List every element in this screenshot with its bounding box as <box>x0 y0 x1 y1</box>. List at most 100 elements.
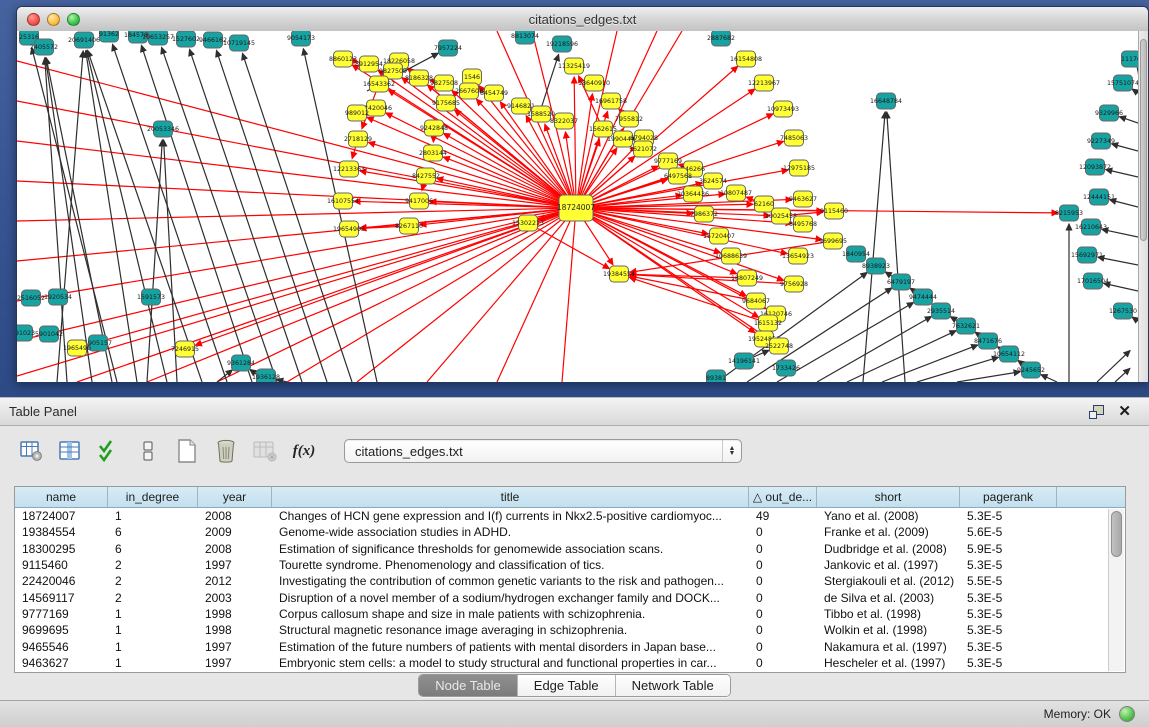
table-cell[interactable]: 9777169 <box>15 607 108 621</box>
table-cell[interactable]: Estimation of the future numbers of pati… <box>272 640 749 654</box>
table-row[interactable]: 1830029562008Estimation of significance … <box>15 541 1125 557</box>
tab-edge-table[interactable]: Edge Table <box>518 675 616 696</box>
column-header-in_degree[interactable]: in_degree <box>108 487 198 507</box>
table-cell[interactable]: 2008 <box>198 542 272 556</box>
table-cell[interactable]: Estimation of significance thresholds fo… <box>272 542 749 556</box>
table-cell[interactable]: 1 <box>108 656 198 670</box>
table-cell[interactable]: 14569117 <box>15 591 108 605</box>
table-cell[interactable]: Nakamura et al. (1997) <box>817 640 960 654</box>
network-canvas[interactable]: 2531624055722069140691362184578110653257… <box>17 31 1138 382</box>
tab-network-table[interactable]: Network Table <box>616 675 730 696</box>
table-cell[interactable]: 1 <box>108 607 198 621</box>
table-cell[interactable]: Franke et al. (2009) <box>817 525 960 539</box>
table-row[interactable]: 969969511998Structural magnetic resonanc… <box>15 622 1125 638</box>
table-cell[interactable]: 0 <box>749 640 817 654</box>
new-document-icon[interactable] <box>174 438 200 464</box>
table-cell[interactable]: 18300295 <box>15 542 108 556</box>
table-row[interactable]: 977716911998Corpus callosum shape and si… <box>15 606 1125 622</box>
table-cell[interactable]: Structural magnetic resonance image aver… <box>272 623 749 637</box>
memory-ok-icon[interactable] <box>1119 706 1135 722</box>
table-cell[interactable]: 2009 <box>198 525 272 539</box>
table-cell[interactable]: Disruption of a novel member of a sodium… <box>272 591 749 605</box>
table-cell[interactable]: Hescheler et al. (1997) <box>817 656 960 670</box>
column-header-out_de[interactable]: △ out_de... <box>749 487 817 507</box>
table-cell[interactable]: Stergiakouli et al. (2012) <box>817 574 960 588</box>
table-cell[interactable]: 5.5E-5 <box>960 574 1057 588</box>
table-selector-combobox[interactable]: citations_edges.txt ▲▼ <box>344 439 742 463</box>
table-cell[interactable]: 18724007 <box>15 509 108 523</box>
table-cell[interactable]: 0 <box>749 607 817 621</box>
table-row[interactable]: 1456911722003Disruption of a novel membe… <box>15 589 1125 605</box>
table-cell[interactable]: 9699695 <box>15 623 108 637</box>
show-columns-icon[interactable] <box>57 438 83 464</box>
column-chooser-icon[interactable] <box>135 438 161 464</box>
table-row[interactable]: 2242004622012Investigating the contribut… <box>15 573 1125 589</box>
table-vertical-scrollbar[interactable] <box>1108 509 1124 671</box>
table-cell[interactable]: Corpus callosum shape and size in male p… <box>272 607 749 621</box>
table-cell[interactable]: 2003 <box>198 591 272 605</box>
table-cell[interactable]: 1998 <box>198 623 272 637</box>
table-cell[interactable]: 2 <box>108 558 198 572</box>
table-cell[interactable]: 0 <box>749 525 817 539</box>
table-settings-icon[interactable] <box>18 438 44 464</box>
column-header-year[interactable]: year <box>198 487 272 507</box>
table-cell[interactable]: 2 <box>108 591 198 605</box>
table-row[interactable]: 911546021997Tourette syndrome. Phenomeno… <box>15 557 1125 573</box>
table-cell[interactable]: 0 <box>749 591 817 605</box>
table-row[interactable]: 946362711997Embryonic stem cells: a mode… <box>15 655 1125 671</box>
table-scrollbar-thumb[interactable] <box>1111 511 1122 557</box>
network-window[interactable]: citations_edges.txt 25316240557220691406… <box>16 6 1149 381</box>
table-cell[interactable]: 1997 <box>198 558 272 572</box>
table-cell[interactable]: 1997 <box>198 656 272 670</box>
column-header-title[interactable]: title <box>272 487 749 507</box>
table-cell[interactable]: 0 <box>749 623 817 637</box>
table-cell[interactable]: 5.3E-5 <box>960 623 1057 637</box>
table-cell[interactable]: 6 <box>108 525 198 539</box>
table-cell[interactable]: 1998 <box>198 607 272 621</box>
table-cell[interactable]: 5.3E-5 <box>960 591 1057 605</box>
scrollbar-thumb[interactable] <box>1140 39 1147 241</box>
table-cell[interactable]: Yano et al. (2008) <box>817 509 960 523</box>
table-cell[interactable]: Investigating the contribution of common… <box>272 574 749 588</box>
table-cell[interactable]: Embryonic stem cells: a model to study s… <box>272 656 749 670</box>
table-cell[interactable]: 2008 <box>198 509 272 523</box>
table-cell[interactable]: 0 <box>749 542 817 556</box>
function-builder-icon[interactable]: f(x) <box>291 438 317 464</box>
table-row[interactable]: 1938455462009Genome-wide association stu… <box>15 524 1125 540</box>
table-cell[interactable]: 0 <box>749 656 817 670</box>
delete-table-icon[interactable] <box>213 438 239 464</box>
table-cell[interactable]: 1 <box>108 640 198 654</box>
table-cell[interactable]: 9465546 <box>15 640 108 654</box>
close-panel-icon[interactable]: ✕ <box>1118 405 1131 419</box>
table-cell[interactable]: 9463627 <box>15 656 108 670</box>
combo-stepper-icon[interactable]: ▲▼ <box>722 440 741 462</box>
column-header-name[interactable]: name <box>15 487 108 507</box>
network-window-titlebar[interactable]: citations_edges.txt <box>17 7 1148 32</box>
table-cell[interactable]: 5.3E-5 <box>960 640 1057 654</box>
table-cell[interactable]: 5.3E-5 <box>960 607 1057 621</box>
table-cell[interactable]: 9115460 <box>15 558 108 572</box>
table-cell[interactable]: de Silva et al. (2003) <box>817 591 960 605</box>
select-rows-icon[interactable] <box>96 438 122 464</box>
table-cell[interactable]: 2 <box>108 574 198 588</box>
table-cell[interactable]: Changes of HCN gene expression and I(f) … <box>272 509 749 523</box>
table-cell[interactable]: Wolkin et al. (1998) <box>817 623 960 637</box>
table-cell[interactable]: Genome-wide association studies in ADHD. <box>272 525 749 539</box>
table-cell[interactable]: Jankovic et al. (1997) <box>817 558 960 572</box>
table-row[interactable]: 1872400712008Changes of HCN gene express… <box>15 508 1125 524</box>
table-cell[interactable]: 22420046 <box>15 574 108 588</box>
table-cell[interactable]: Dudbridge et al. (2008) <box>817 542 960 556</box>
table-cell[interactable]: Tibbo et al. (1998) <box>817 607 960 621</box>
tab-node-table[interactable]: Node Table <box>419 675 518 696</box>
table-cell[interactable]: 6 <box>108 542 198 556</box>
table-cell[interactable]: 1 <box>108 509 198 523</box>
table-row[interactable]: 946554611997Estimation of the future num… <box>15 638 1125 654</box>
table-cell[interactable]: Tourette syndrome. Phenomenology and cla… <box>272 558 749 572</box>
vertical-splitter[interactable] <box>0 381 1149 397</box>
table-cell[interactable]: 5.3E-5 <box>960 656 1057 670</box>
table-cell[interactable]: 5.9E-5 <box>960 542 1057 556</box>
table-cell[interactable]: 1997 <box>198 640 272 654</box>
table-cell[interactable]: 5.6E-5 <box>960 525 1057 539</box>
table-cell[interactable]: 0 <box>749 558 817 572</box>
table-cell[interactable]: 19384554 <box>15 525 108 539</box>
